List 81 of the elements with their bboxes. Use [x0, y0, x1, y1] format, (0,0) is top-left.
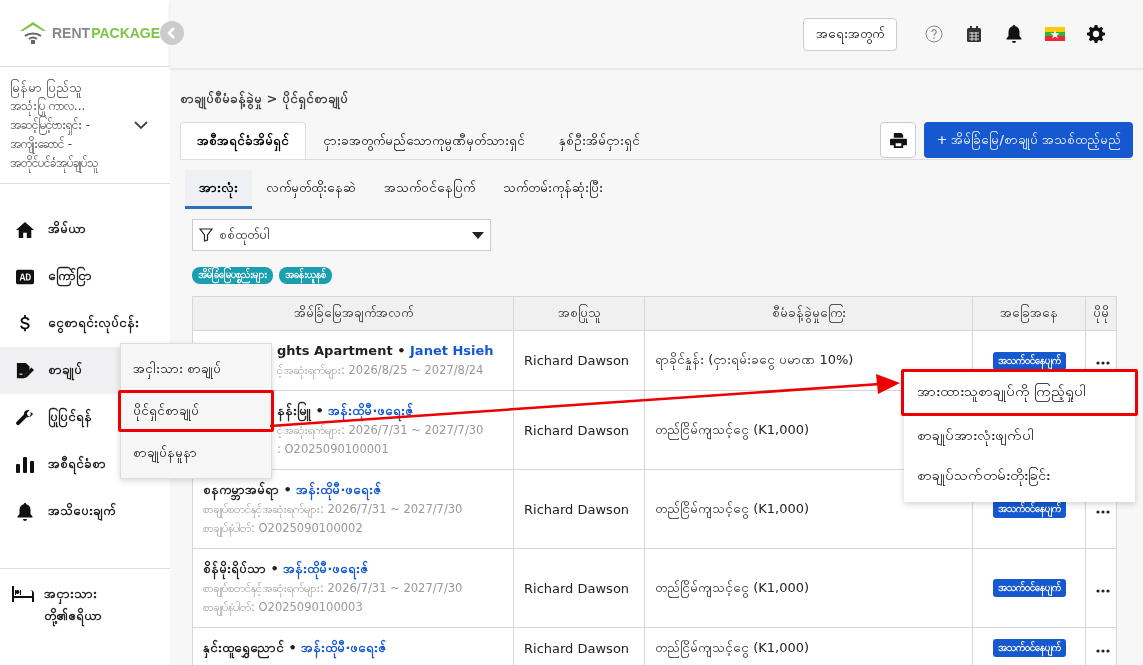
column-header: အိမ်ခြံမြေအချက်အလက် — [192, 296, 514, 331]
contract-detail: စာချုပ်စတင်နှင့်အဆုံးရက်များ: 2026/7/31 ~ 2027/7/30 — [203, 580, 464, 598]
nav-item[interactable]: အိမ်ယာ — [0, 206, 170, 253]
nav-label: ငွေစာရင်းလုပ်ငန်း — [48, 314, 139, 333]
filter-icon — [199, 228, 213, 242]
breadcrumb: စာချုပ်စီမံခန့်ခွဲမှု > ပိုင်ရှင်စာချုပ် — [180, 78, 1133, 114]
home-icon — [16, 220, 34, 239]
filter-tab[interactable]: အားလုံး — [185, 170, 252, 209]
logo-icon — [18, 21, 48, 45]
menu-item[interactable]: စာချုပ်သက်တမ်းတိုးခြင်း — [901, 456, 1138, 496]
column-header: အစပြုသူ — [513, 296, 645, 331]
nav-label: အစီရင်ခံစာ — [48, 455, 106, 474]
filter-dropdown[interactable]: စစ်ထုတ်ပါ — [192, 219, 491, 251]
column-header: ပိုမို — [1085, 296, 1117, 331]
menu-item[interactable]: စာချုပ်အားလုံးဖျက်ပါ — [901, 416, 1138, 456]
more-icon[interactable] — [1096, 588, 1110, 593]
account-info: မြန်မာ ပြည်သူ — [10, 77, 134, 97]
contract-detail: : O2025090100001 — [277, 441, 390, 458]
nav-label: စာချုပ် — [48, 361, 82, 380]
nav-label: အသိပေးချက် — [48, 502, 115, 521]
nav-label: ပြုပြင်ရန် — [48, 408, 92, 427]
bell-icon — [16, 502, 34, 521]
bed-icon — [12, 586, 34, 602]
help-icon[interactable] — [925, 25, 943, 43]
column-header: စီမံခန့်ခွဲမှုကြေး — [644, 296, 973, 331]
top-button[interactable]: အရေးအတွက် — [803, 17, 897, 51]
filter-field[interactable]: စစ်ထုတ်ပါ — [219, 221, 466, 249]
account-info: အတိုင်ပင်ခံအုပ်ချုပ်သူ — [10, 153, 134, 173]
logo-text: RENT — [52, 25, 91, 41]
owner-link[interactable]: Janet Hsieh — [410, 343, 494, 358]
table-cell: Richard Dawson — [524, 580, 630, 596]
add-button[interactable]: + အိမ်ခြံမြေ/စာချုပ် အသစ်ထည့်မည် — [924, 122, 1133, 158]
ad-icon — [16, 267, 34, 286]
submenu-item[interactable]: စာချုပ်နမူနာ — [118, 432, 274, 474]
tab[interactable]: နှစ်ဦးအိမ်ငှားရှင် — [542, 122, 657, 159]
wrench-icon — [16, 408, 34, 427]
settings-icon[interactable] — [1087, 25, 1105, 43]
tab[interactable]: အစီအရင်ခံအိမ်ရှင် — [180, 122, 306, 159]
nav-label: အိမ်ယာ — [48, 220, 86, 238]
filter-tab[interactable]: သက်တမ်းကုန်ဆုံးပြီး — [489, 170, 617, 209]
more-icon[interactable] — [1096, 648, 1110, 653]
contract-detail: စာချုပ်နံပါတ်: O2025090100003 — [203, 599, 364, 617]
contract-detail: င့်အဆုံးရက်များ: 2026/7/31 ~ 2027/7/30 — [277, 422, 485, 440]
printer-icon — [889, 132, 907, 148]
table-cell: Richard Dawson — [524, 501, 630, 517]
tag: အိမ်ခြံမြေပစ္စည်းများ — [192, 267, 273, 284]
tenant-area-link[interactable]: အငှားသား တို့၏ဧရိယာ — [44, 583, 154, 627]
contract-detail: စာချုပ်နံပါတ်: O2025090100002 — [203, 520, 364, 538]
tag: အခန်းယူနစ် — [279, 267, 332, 284]
more-icon[interactable] — [1096, 361, 1110, 365]
caret-icon[interactable] — [472, 231, 484, 239]
status-badge: အသက်ဝင်နေပျက် — [992, 639, 1066, 657]
table-cell: Richard Dawson — [524, 422, 630, 438]
property-name: ghts Apartment • — [277, 343, 406, 358]
nav-item[interactable]: ကြော်ငြာ — [0, 253, 170, 300]
nav-item[interactable]: ငွေစာရင်းလုပ်ငန်း — [0, 300, 170, 347]
more-icon[interactable] — [1096, 509, 1110, 514]
status-badge: အသက်ဝင်နေပျက် — [992, 351, 1066, 370]
table-cell: Richard Dawson — [524, 353, 630, 368]
submenu-item[interactable]: ပိုင်ရှင်စာချုပ် — [118, 390, 274, 432]
contract-detail: င့်အဆုံးရက်များ: 2026/8/25 ~ 2027/8/24 — [277, 362, 485, 380]
table-cell: Richard Dawson — [524, 640, 630, 656]
logo-text: PACKAGE — [91, 25, 161, 41]
contract-detail: စာချုပ်စတင်နှင့်အဆုံးရက်များ: 2026/7/31 ~ 2027/7/30 — [203, 501, 464, 519]
calendar-icon[interactable] — [965, 25, 983, 43]
tab[interactable]: ငှားခအတွက်မည်သောကုမ္ပဏီမှတ်သားရှင် — [306, 122, 542, 159]
nav-item[interactable]: အသိပေးချက် — [0, 488, 170, 535]
filter-tab[interactable]: အသက်ဝင်နေပြက် — [370, 170, 489, 209]
status-badge: အသက်ဝင်နေပျက် — [992, 579, 1066, 597]
nav-label: ကြော်ငြာ — [48, 267, 92, 286]
chevron-down-icon[interactable] — [134, 120, 148, 130]
flag-icon[interactable] — [1045, 27, 1065, 41]
account-info: အကျိုးဆောင် - — [10, 134, 134, 154]
bar-chart-icon — [16, 455, 34, 474]
filter-tab[interactable]: လက်မှတ်ထိုးနေဆဲ — [252, 170, 370, 209]
account-info: အဆင့်မြင့်ဗားရှင်း - — [10, 115, 134, 135]
document-pen-icon — [16, 361, 34, 380]
column-header: အခြေအနေ — [972, 296, 1086, 331]
menu-item[interactable]: အားထားသူစာချုပ်ကို ကြည့်ရှုပါ — [901, 369, 1138, 416]
bell-icon[interactable] — [1005, 25, 1023, 43]
print-button[interactable] — [880, 122, 917, 158]
